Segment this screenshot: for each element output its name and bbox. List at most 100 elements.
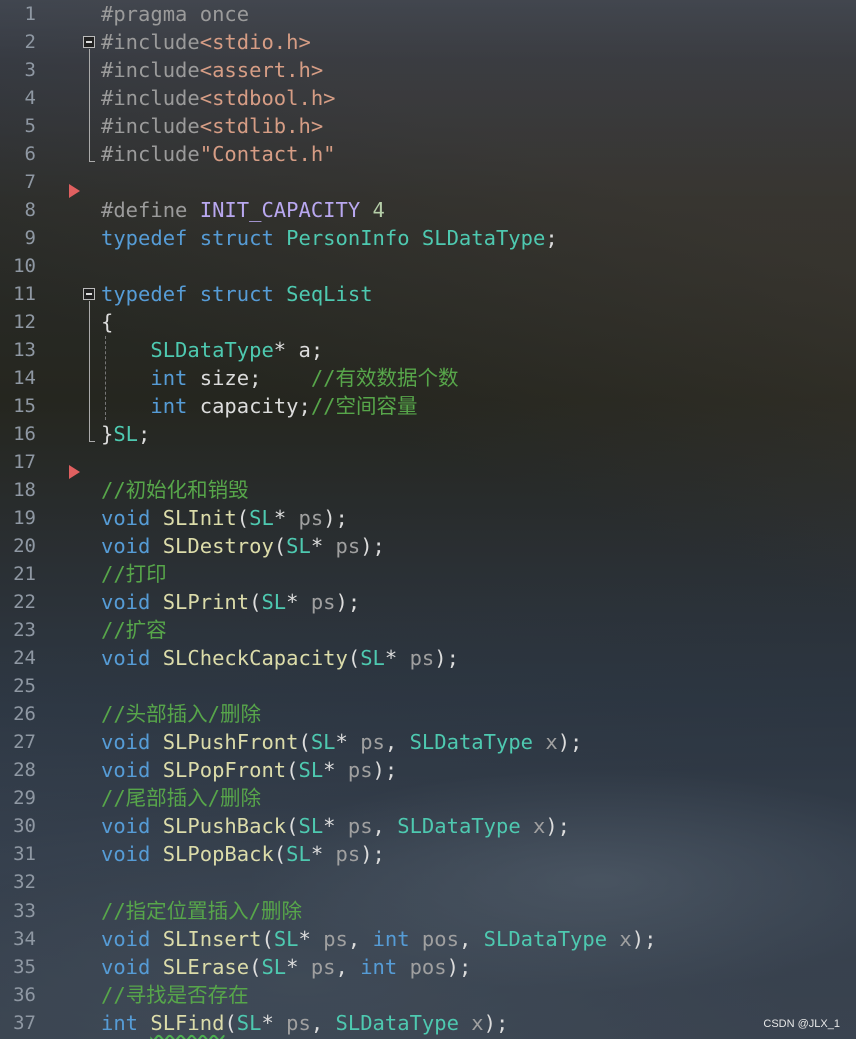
code-line[interactable]: 32: [0, 868, 856, 896]
code-line[interactable]: 21 //打印: [0, 560, 856, 588]
line-number: 34: [13, 927, 36, 950]
code-line[interactable]: 14 int size; //有效数据个数: [0, 364, 856, 392]
code-line[interactable]: 26 //头部插入/删除: [0, 700, 856, 728]
line-number: 27: [13, 731, 36, 754]
token-kw: void: [101, 814, 163, 839]
token-kw: void: [101, 730, 163, 755]
code-text: void SLInit(SL* ps);: [101, 504, 348, 532]
token-cmt: //扩容: [101, 618, 167, 643]
code-line[interactable]: 7: [0, 168, 856, 196]
token-type: SL: [113, 422, 139, 447]
code-line[interactable]: 8 #define INIT_CAPACITY 4: [0, 196, 856, 224]
code-text: void SLErase(SL* ps, int pos);: [101, 953, 471, 981]
code-line[interactable]: 25: [0, 672, 856, 700]
code-line[interactable]: 22 void SLPrint(SL* ps);: [0, 588, 856, 616]
code-line[interactable]: 17: [0, 448, 856, 476]
code-line[interactable]: 29 //尾部插入/删除: [0, 784, 856, 812]
token-fn: SLPopFront: [162, 758, 287, 783]
code-line[interactable]: 35 void SLErase(SL* ps, int pos);: [0, 953, 856, 981]
code-line[interactable]: 30 void SLPushBack(SL* ps, SLDataType x);: [0, 812, 856, 840]
code-line[interactable]: 3 #include<assert.h>: [0, 56, 856, 84]
code-editor[interactable]: 1 #pragma once 2 #include<stdio.h> 3 #include…: [0, 0, 856, 1037]
code-text: //打印: [101, 560, 167, 588]
fold-collapse-icon[interactable]: [83, 288, 95, 301]
code-text: int capacity;//空间容量: [101, 392, 417, 420]
token-str: "Contact.h": [199, 142, 336, 167]
code-text: void SLInsert(SL* ps, int pos, SLDataTyp…: [101, 925, 656, 953]
code-line[interactable]: 6 #include"Contact.h": [0, 140, 856, 168]
token-type: SL: [360, 646, 385, 671]
token-kw: void: [101, 590, 163, 615]
code-line[interactable]: 1 #pragma once: [0, 0, 856, 28]
code-line[interactable]: 9 typedef struct PersonInfo SLDataType;: [0, 224, 856, 252]
code-text: #include"Contact.h": [101, 140, 336, 168]
token-type: SLDataType: [409, 730, 533, 755]
code-line[interactable]: 5 #include<stdlib.h>: [0, 112, 856, 140]
code-line[interactable]: 19 void SLInit(SL* ps);: [0, 504, 856, 532]
token-plain: );: [545, 814, 571, 839]
code-line[interactable]: 36 //寻找是否存在: [0, 981, 856, 1009]
token-plain: (: [249, 590, 262, 615]
token-param: ps: [409, 646, 435, 671]
token-kw: typedef struct: [101, 282, 287, 307]
line-number: 11: [13, 283, 36, 306]
token-param: ps: [347, 758, 373, 783]
watermark: CSDN @JLX_1: [763, 1018, 840, 1030]
code-line[interactable]: 11 typedef struct SeqList: [0, 280, 856, 308]
line-number: 18: [13, 479, 36, 502]
token-plain: (: [273, 534, 287, 559]
code-line[interactable]: 20 void SLDestroy(SL* ps);: [0, 532, 856, 560]
token-plain: ,: [335, 954, 361, 979]
token-pp: #pragma once: [101, 2, 250, 26]
code-line[interactable]: 31 void SLPopBack(SL* ps);: [0, 840, 856, 868]
token-plain: );: [372, 758, 398, 783]
code-line[interactable]: 28 void SLPopFront(SL* ps);: [0, 756, 856, 784]
code-line[interactable]: 23 //扩容: [0, 616, 856, 644]
code-line[interactable]: 12 {: [0, 308, 856, 336]
token-param: ps: [298, 506, 324, 531]
token-fn: SLPushBack: [162, 814, 287, 839]
code-text: #include<stdlib.h>: [101, 112, 323, 140]
code-text: //头部插入/删除: [101, 700, 261, 728]
code-line[interactable]: 16}SL;: [0, 420, 856, 448]
fold-collapse-icon[interactable]: [83, 36, 95, 49]
token-kw: typedef struct: [101, 226, 287, 251]
token-type: PersonInfo SLDataType: [286, 226, 546, 251]
token-plain: ,: [384, 730, 410, 755]
code-text: //初始化和销毁: [101, 476, 249, 504]
code-line[interactable]: 2 #include<stdio.h>: [0, 28, 856, 56]
token-type: SL: [286, 534, 311, 559]
token-plain: *: [273, 506, 299, 531]
code-line[interactable]: 37 int SLFind(SL* ps, SLDataType x);: [0, 1009, 856, 1037]
code-line[interactable]: 34 void SLInsert(SL* ps, int pos, SLDataT…: [0, 925, 856, 953]
line-number: 4: [24, 87, 36, 110]
code-line[interactable]: 33 //指定位置插入/删除: [0, 897, 856, 925]
code-text: //尾部插入/删除: [101, 784, 261, 812]
line-number: 3: [24, 59, 36, 82]
token-plain: (: [286, 814, 299, 839]
code-text: void SLPushFront(SL* ps, SLDataType x);: [101, 728, 582, 756]
token-kw: int: [150, 366, 188, 391]
breakpoint-marker-icon[interactable]: [69, 464, 80, 479]
line-number: 7: [24, 171, 36, 194]
code-line[interactable]: 18 //初始化和销毁: [0, 476, 856, 504]
breakpoint-marker-icon[interactable]: [69, 184, 80, 199]
code-line[interactable]: 27 void SLPushFront(SL* ps, SLDataType x)…: [0, 728, 856, 756]
code-line[interactable]: 13 SLDataType* a;: [0, 336, 856, 364]
token-type: SLDataType: [397, 814, 521, 839]
token-kw: int: [360, 954, 398, 979]
token-type: SL: [273, 926, 299, 951]
code-line[interactable]: 4 #include<stdbool.h>: [0, 84, 856, 112]
code-line[interactable]: 10: [0, 252, 856, 280]
code-line[interactable]: 24 void SLCheckCapacity(SL* ps);: [0, 644, 856, 672]
token-pp: #include: [101, 30, 200, 55]
token-plain: ,: [458, 926, 484, 951]
code-text: //指定位置插入/删除: [101, 897, 302, 925]
token-str: <stdbool.h>: [199, 86, 336, 111]
token-str: <stdlib.h>: [199, 114, 324, 139]
token-plain: *: [323, 758, 348, 783]
code-line[interactable]: 15 int capacity;//空间容量: [0, 392, 856, 420]
token-kw: void: [101, 534, 163, 559]
